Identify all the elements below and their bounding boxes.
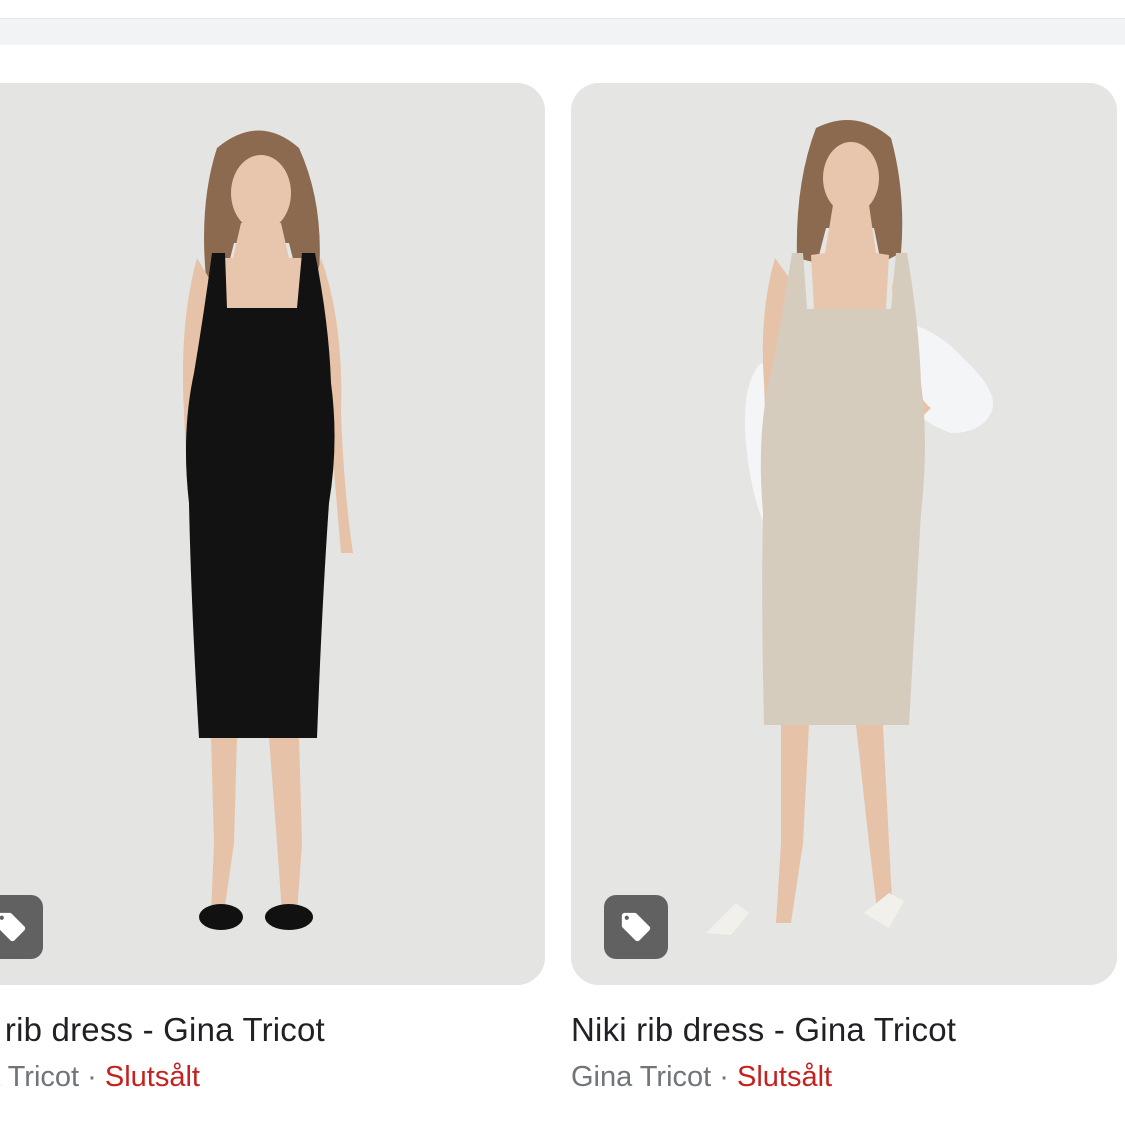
product-source-0: a Tricot: [0, 1061, 80, 1093]
product-image-0[interactable]: [0, 83, 545, 985]
stock-status-1: Slutsålt: [737, 1061, 833, 1093]
stock-status-0: Slutsålt: [104, 1061, 200, 1093]
product-title-0[interactable]: i rib dress - Gina Tricot: [0, 1011, 325, 1049]
price-tag-button-0[interactable]: [0, 895, 43, 959]
price-tag-button-1[interactable]: [604, 895, 668, 959]
product-meta-0: a Tricot · Slutsålt: [0, 1061, 200, 1094]
meta-separator-1: ·: [719, 1061, 729, 1093]
meta-separator-0: ·: [87, 1061, 97, 1093]
product-card-1[interactable]: Niki rib dress - Gina Tricot Gina Tricot…: [571, 83, 1117, 1123]
search-header-bar: [0, 18, 1125, 45]
product-photo-black-dress: [0, 83, 545, 985]
product-title-1[interactable]: Niki rib dress - Gina Tricot: [571, 1011, 956, 1049]
product-image-1[interactable]: [571, 83, 1117, 985]
product-card-0[interactable]: i rib dress - Gina Tricot a Tricot · Slu…: [0, 83, 545, 1123]
product-meta-1: Gina Tricot · Slutsålt: [571, 1061, 832, 1094]
product-source-1: Gina Tricot: [571, 1061, 712, 1093]
price-tag-icon: [621, 912, 651, 942]
price-tag-icon: [0, 912, 26, 942]
shopping-results-page: i rib dress - Gina Tricot a Tricot · Slu…: [0, 0, 1125, 1125]
product-photo-beige-dress: [571, 83, 1117, 985]
